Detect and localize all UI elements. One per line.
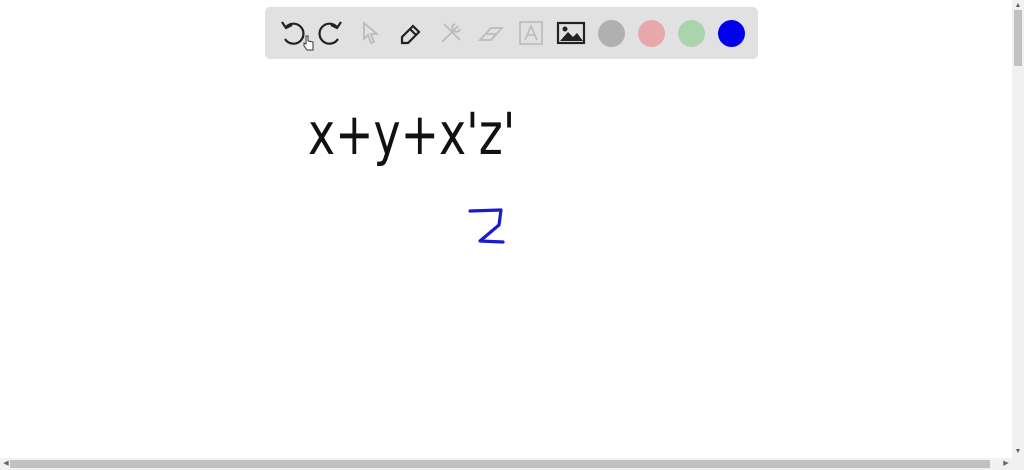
text-tool[interactable] [516, 18, 546, 48]
color-swatch-blue[interactable] [718, 20, 745, 47]
vertical-scroll-thumb[interactable] [1014, 10, 1022, 66]
horizontal-scrollbar[interactable]: ◀ ▶ [0, 458, 1024, 470]
vertical-scrollbar[interactable]: ▲ ▼ [1012, 0, 1024, 458]
eraser-tool[interactable] [476, 18, 506, 48]
image-icon [556, 21, 586, 45]
select-tool[interactable] [356, 18, 386, 48]
handwriting-annotation [468, 208, 505, 244]
redo-icon [318, 21, 342, 45]
whiteboard-canvas[interactable]: x+y+x'z' [0, 0, 1012, 458]
tools-button[interactable] [436, 18, 466, 48]
image-tool[interactable] [556, 18, 586, 48]
handwriting-ink [468, 208, 505, 244]
color-swatch-green[interactable] [678, 20, 705, 47]
tools-icon [441, 23, 461, 43]
select-icon [363, 21, 380, 45]
hand-cursor-icon [303, 35, 314, 51]
pen-tool[interactable] [396, 18, 426, 48]
toolbar [265, 7, 758, 59]
color-swatch-gray[interactable] [598, 20, 625, 47]
text-icon [519, 21, 543, 45]
scroll-down-arrow[interactable]: ▼ [1012, 446, 1024, 458]
scroll-right-arrow[interactable]: ▶ [1000, 458, 1012, 470]
redo-button[interactable] [316, 18, 346, 48]
horizontal-scroll-thumb[interactable] [10, 460, 990, 468]
pen-icon [400, 24, 421, 45]
color-swatch-pink[interactable] [638, 20, 665, 47]
eraser-icon [477, 27, 505, 41]
